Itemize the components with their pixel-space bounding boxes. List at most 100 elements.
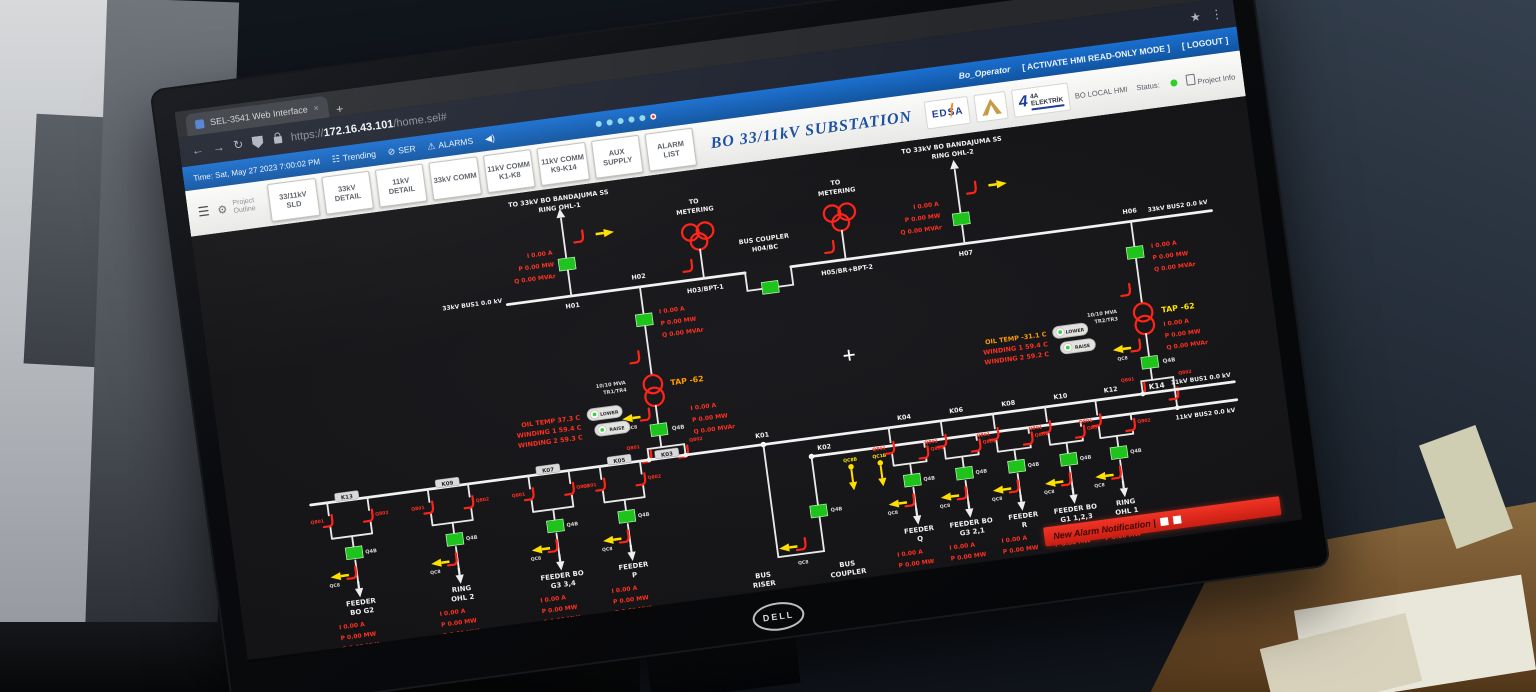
tab-33-11kv-sld[interactable]: 33/11kV SLD xyxy=(267,178,320,222)
disconnector-open-icon[interactable] xyxy=(635,473,646,485)
svg-text:K08: K08 xyxy=(1001,399,1016,409)
line-out-arrow-icon xyxy=(949,159,959,169)
hamburger-icon[interactable]: ☰ xyxy=(197,203,211,220)
disconnector-open-icon[interactable] xyxy=(796,538,807,550)
earth-switch-qc1b[interactable]: QC1B xyxy=(872,453,891,488)
disconnector-open-icon[interactable] xyxy=(1125,419,1136,431)
carousel-dot[interactable] xyxy=(606,119,613,126)
disconnector-open-icon[interactable] xyxy=(1130,339,1141,351)
disconnector-open-icon[interactable] xyxy=(363,510,374,522)
breaker-h01[interactable] xyxy=(558,257,576,271)
disconnector-open-icon[interactable] xyxy=(904,494,915,506)
tab-close-icon[interactable]: × xyxy=(313,103,320,114)
earth-arrow-icon xyxy=(431,558,450,569)
disconnector-open-icon[interactable] xyxy=(619,530,630,542)
trending-button[interactable]: ☷Trending xyxy=(331,148,376,165)
svg-text:H05/BR+BPT-2: H05/BR+BPT-2 xyxy=(821,263,874,278)
disconnector-open-icon[interactable] xyxy=(1075,426,1086,438)
disconnector-open-icon[interactable] xyxy=(447,553,458,565)
disconnector-open-icon[interactable] xyxy=(423,502,434,514)
tap-raise-button[interactable]: RAISE xyxy=(594,420,630,436)
disconnector-open-icon[interactable] xyxy=(547,540,558,552)
logout-button[interactable]: [ LOGOUT ] xyxy=(1181,35,1229,51)
disconnector-open-icon[interactable] xyxy=(956,487,967,499)
svg-text:METERING: METERING xyxy=(817,185,855,198)
carousel-dot[interactable] xyxy=(628,116,635,123)
disconnector-open-icon[interactable] xyxy=(918,447,929,459)
reload-icon[interactable]: ↻ xyxy=(232,137,244,152)
gear-icon[interactable]: ⚙ xyxy=(217,202,229,216)
new-tab-button[interactable]: + xyxy=(335,102,344,117)
disconnector-open-icon[interactable] xyxy=(966,182,977,194)
forward-icon[interactable]: → xyxy=(212,140,226,155)
carousel-dot-active[interactable] xyxy=(650,113,657,120)
disconnector-open-icon[interactable] xyxy=(640,409,651,421)
tab-aux-supply[interactable]: AUX SUPPLY xyxy=(591,135,644,179)
audio-button[interactable]: ◀) xyxy=(484,132,495,144)
earth-switch-qc8b[interactable]: QC8B xyxy=(843,456,862,491)
shield-icon[interactable] xyxy=(252,135,264,148)
disconnector-open-icon[interactable] xyxy=(463,496,474,508)
bay-33kv-bus-coupler: BUS COUPLER H04/BC xyxy=(738,232,796,297)
breaker-h06[interactable] xyxy=(1126,245,1144,259)
breaker-feeder[interactable] xyxy=(1008,459,1026,473)
breaker-h04[interactable] xyxy=(761,280,779,294)
breaker-feeder[interactable] xyxy=(618,509,636,523)
project-info-button[interactable]: Project Info xyxy=(1185,68,1235,87)
alarm-ack-button[interactable] xyxy=(1160,517,1169,526)
tap-lower-button[interactable]: LOWER xyxy=(586,405,622,421)
earth-arrow-icon xyxy=(940,491,959,502)
disconnector-open-icon[interactable] xyxy=(1111,467,1122,479)
tab-alarm-list[interactable]: ALARM LIST xyxy=(645,128,698,172)
page-carousel[interactable] xyxy=(595,113,656,127)
breaker-bus-coupler[interactable] xyxy=(810,504,828,518)
disconnector-open-icon[interactable] xyxy=(1061,473,1072,485)
disconnector-open-icon[interactable] xyxy=(970,440,981,452)
ser-button[interactable]: ⊘SER xyxy=(387,143,416,158)
tap-lower-button[interactable]: LOWER xyxy=(1052,323,1088,339)
disconnector-open-icon[interactable] xyxy=(595,479,606,491)
breaker-feeder[interactable] xyxy=(345,546,363,560)
disconnector-open-icon[interactable] xyxy=(682,260,693,272)
tab-11kv-comm-k9-k14[interactable]: 11kV COMM K9-K14 xyxy=(537,142,590,186)
svg-text:I 0.00 A: I 0.00 A xyxy=(659,305,686,315)
breaker-feeder[interactable] xyxy=(1060,452,1078,466)
disconnector-open-icon[interactable] xyxy=(1120,284,1131,296)
project-outline-label[interactable]: Project Outline xyxy=(232,196,264,215)
breaker-feeder[interactable] xyxy=(903,473,921,487)
breaker-feeder[interactable] xyxy=(546,519,564,533)
tab-11kv-detail[interactable]: 11kV DETAIL xyxy=(375,164,428,208)
menu-dots-icon[interactable]: ⋮ xyxy=(1210,6,1224,21)
carousel-dot[interactable] xyxy=(617,118,624,125)
breaker-tr1-11kv[interactable] xyxy=(650,423,668,437)
svg-text:H01: H01 xyxy=(565,301,580,311)
tab-33kv-comm[interactable]: 33kV COMM xyxy=(429,156,482,200)
breaker-h07[interactable] xyxy=(952,212,970,226)
carousel-dot[interactable] xyxy=(595,121,602,128)
svg-text:Q802: Q802 xyxy=(647,474,661,482)
tap-raise-button[interactable]: RAISE xyxy=(1060,338,1096,354)
breaker-feeder[interactable] xyxy=(446,532,464,546)
tab-33kv-detail[interactable]: 33kV DETAIL xyxy=(321,171,374,215)
carousel-dot[interactable] xyxy=(639,115,646,122)
disconnector-open-icon[interactable] xyxy=(1023,433,1034,445)
alarm-open-button[interactable] xyxy=(1173,515,1182,524)
svg-text:Q4B: Q4B xyxy=(1130,448,1143,455)
disconnector-open-icon[interactable] xyxy=(824,241,835,253)
tab-11kv-comm-k1-k8[interactable]: 11kV COMM K1-K8 xyxy=(483,149,536,193)
breaker-tr2-11kv[interactable] xyxy=(1141,355,1159,369)
disconnector-open-icon[interactable] xyxy=(524,488,535,500)
disconnector-open-icon[interactable] xyxy=(564,483,575,495)
disconnector-open-icon[interactable] xyxy=(322,515,333,527)
bookmark-star-icon[interactable]: ★ xyxy=(1189,9,1202,24)
breaker-feeder[interactable] xyxy=(1110,446,1128,460)
svg-text:P 0.00 MW: P 0.00 MW xyxy=(613,594,650,606)
disconnector-open-icon[interactable] xyxy=(346,567,357,579)
disconnector-open-icon[interactable] xyxy=(1008,480,1019,492)
back-icon[interactable]: ← xyxy=(191,142,205,157)
disconnector-open-icon[interactable] xyxy=(629,351,640,363)
disconnector-open-icon[interactable] xyxy=(573,230,584,242)
breaker-feeder[interactable] xyxy=(955,466,973,480)
alarms-button[interactable]: ⚠ALARMS xyxy=(427,135,474,152)
breaker-h02[interactable] xyxy=(635,313,653,327)
